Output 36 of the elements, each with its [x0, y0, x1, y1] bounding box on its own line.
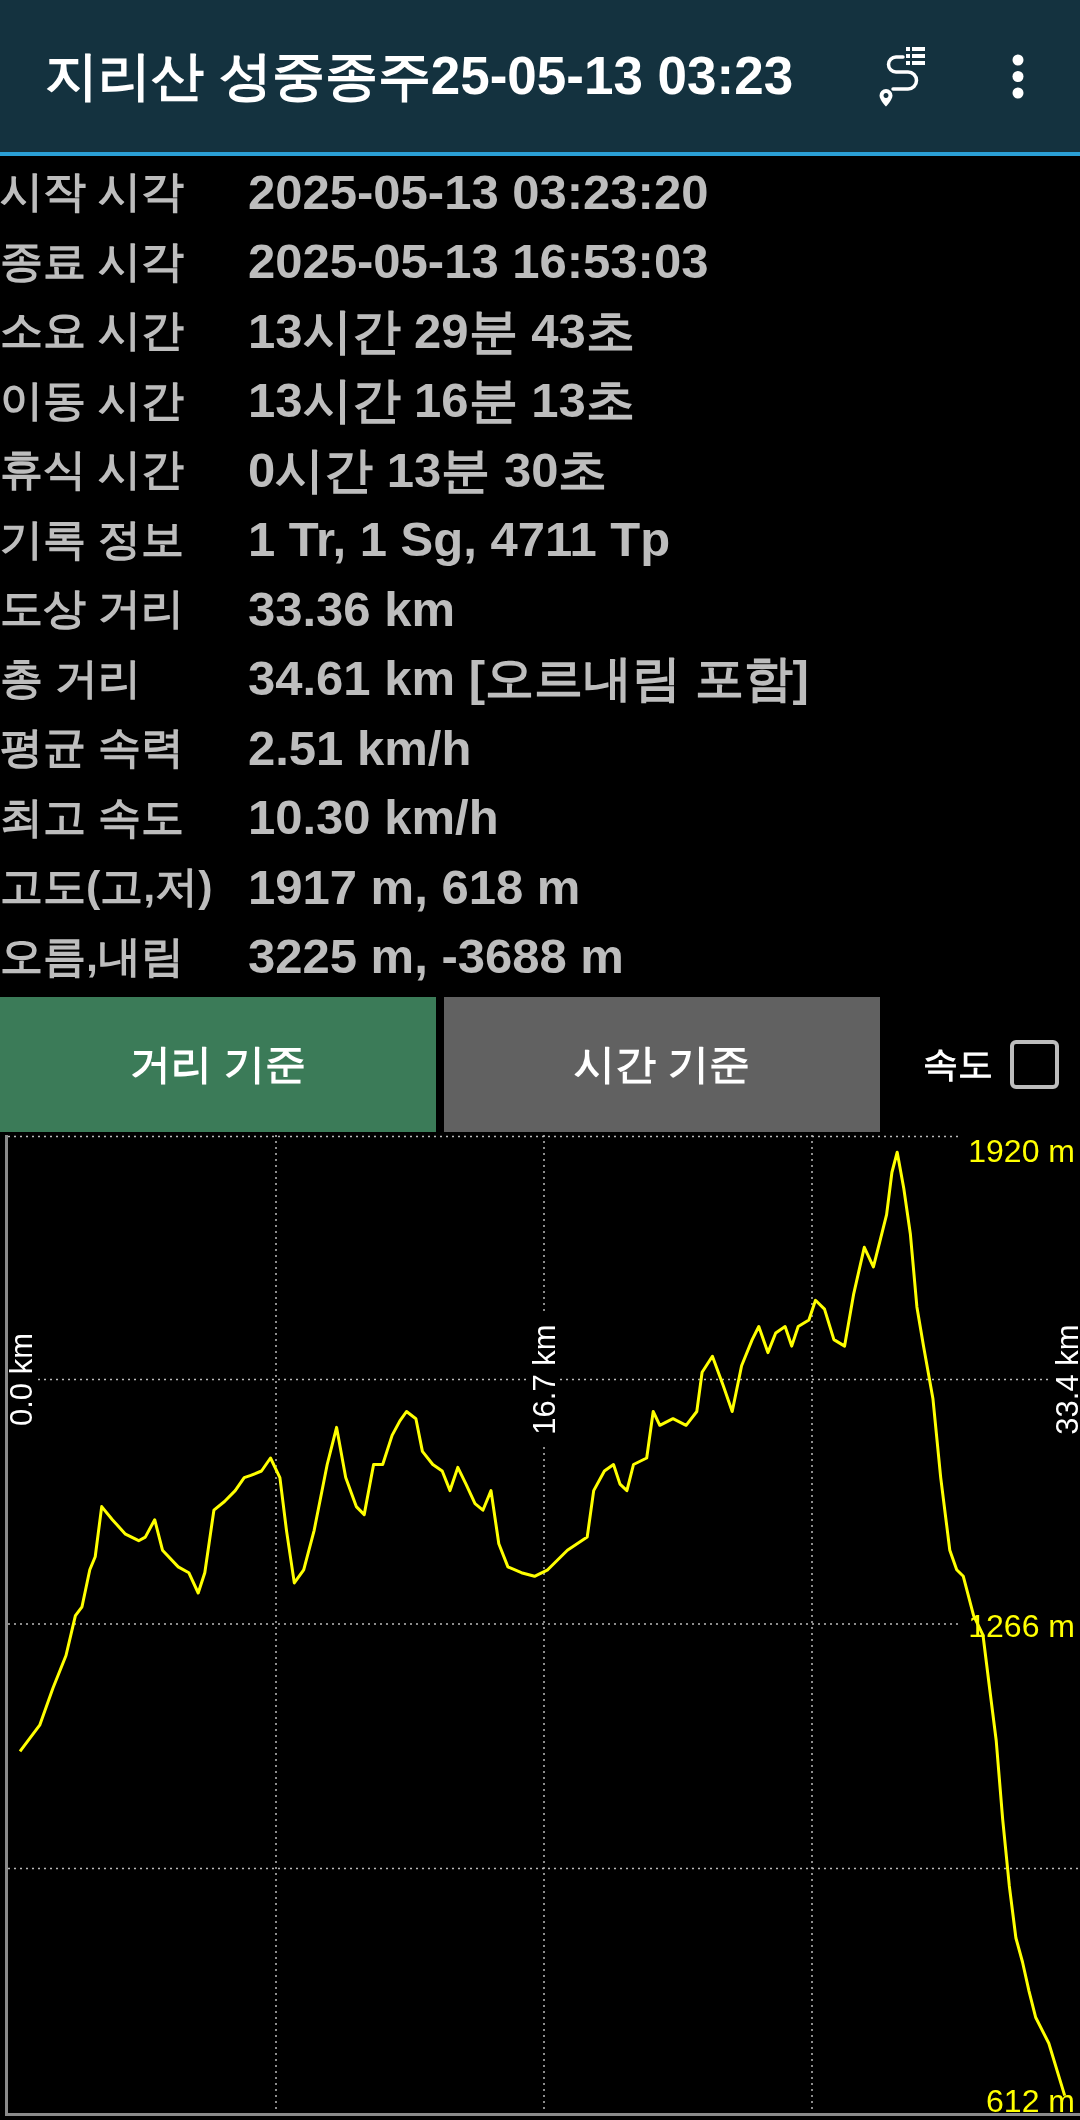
stat-label: 도상 거리	[0, 584, 184, 634]
stat-label: 고도(고,저)	[0, 862, 213, 912]
stat-label: 휴식 시간	[0, 445, 184, 495]
stat-value: 1917 m, 618 m	[248, 858, 581, 915]
stat-value: 2.51 km/h	[248, 719, 472, 776]
x-axis-label: 16.7 km	[526, 1324, 562, 1435]
stat-value: 13시간 29분 43초	[248, 302, 635, 359]
stat-label: 시작 시각	[0, 167, 184, 217]
stat-value: 2025-05-13 16:53:03	[248, 233, 709, 290]
route-list-icon[interactable]	[878, 45, 926, 107]
x-axis-label: 0.0 km	[8, 1333, 39, 1426]
stat-label: 오름,내림	[0, 931, 184, 981]
stat-value: 1 Tr, 1 Sg, 4711 Tp	[248, 511, 671, 568]
stat-value: 3225 m, -3688 m	[248, 928, 624, 985]
stat-value: 34.61 km [오르내림 포함]	[248, 650, 809, 707]
x-axis-label: 33.4 km	[1049, 1324, 1080, 1435]
stat-label: 평균 속력	[0, 723, 184, 773]
app-bar-title: 지리산 성중종주25-05-13 03:23	[45, 45, 795, 108]
y-axis-label: 1920 m	[968, 1135, 1075, 1169]
speed-label: 속도	[923, 1043, 993, 1085]
more-options-icon[interactable]	[1012, 53, 1024, 99]
stat-value: 13시간 16분 13초	[248, 372, 635, 429]
stat-label: 소요 시간	[0, 306, 184, 356]
stat-value: 10.30 km/h	[248, 789, 499, 846]
mode-tab[interactable]: 거리 기준	[0, 997, 436, 1132]
stat-label: 총 거리	[0, 653, 141, 703]
speed-checkbox[interactable]	[1010, 1040, 1059, 1089]
stat-value: 2025-05-13 03:23:20	[248, 163, 709, 220]
mode-tab[interactable]: 시간 기준	[444, 997, 880, 1132]
stat-label: 기록 정보	[0, 514, 184, 564]
stat-label: 이동 시간	[0, 375, 184, 425]
stat-value: 0시간 13분 30초	[248, 441, 608, 498]
y-axis-label: 612 m	[986, 2082, 1075, 2113]
stat-value: 33.36 km	[248, 580, 456, 637]
stat-label: 최고 속도	[0, 792, 184, 842]
stat-label: 종료 시각	[0, 236, 184, 286]
